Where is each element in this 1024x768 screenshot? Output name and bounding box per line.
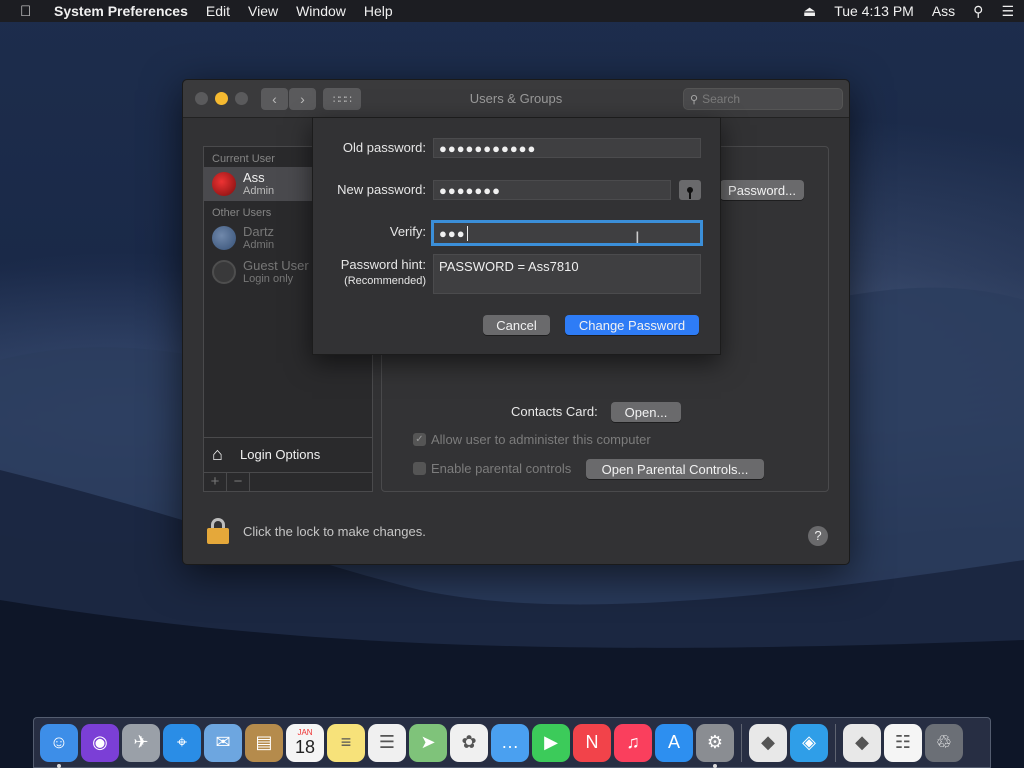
search-icon: ⚲ [690,93,699,106]
verify-field[interactable]: ●●● [431,220,703,246]
search-placeholder: Search [702,92,741,106]
add-remove-bar: + − [203,472,373,492]
change-password-button[interactable]: Password... [720,180,804,200]
add-user-button[interactable]: + [204,473,227,491]
contacts-card-label: Contacts Card: [511,404,598,419]
roblox-player-icon[interactable]: ◆ [843,723,881,762]
verify-label: Verify: [389,224,426,239]
menu-view[interactable]: View [248,3,278,19]
menubar-clock[interactable]: Tue 4:13 PM [834,3,914,19]
user-role: Login only [243,273,294,285]
roblox-icon[interactable]: ◆ [749,723,787,762]
allow-admin-label: Allow user to administer this computer [431,432,651,447]
dock-separator [741,723,742,762]
apple-menu-icon[interactable]:  [20,3,38,20]
verify-value: ●●● [439,225,466,241]
new-password-field[interactable]: ●●●●●●● [433,180,671,200]
title-bar: ‹ › ∷∷∷ Users & Groups ⚲ Search [183,80,849,118]
app-store-icon[interactable]: A [655,723,693,762]
reminders-icon[interactable]: ☰ [368,723,406,762]
password-hint-label: Password hint: [340,257,426,272]
eject-icon[interactable]: ⏏ [803,3,816,20]
siri-icon[interactable]: ◉ [81,723,119,762]
notification-center-icon[interactable]: ☰ [1001,3,1014,20]
lock-text: Click the lock to make changes. [243,523,426,539]
photos-icon[interactable]: ✿ [450,723,488,762]
menu-bar:  System Preferences Edit View Window He… [0,0,1024,22]
text-caret [466,225,468,241]
dock-separator [835,723,836,762]
login-options-item[interactable]: ⌂ Login Options [204,437,372,471]
finder-icon[interactable]: ☺ [40,723,78,768]
system-preferences-icon[interactable]: ⚙ [696,723,734,768]
safari-icon[interactable]: ⌖ [163,723,201,762]
calendar-day: 18 [294,737,316,757]
house-icon: ⌂ [212,444,223,464]
hint-recommended-label: (Recommended) [344,275,426,287]
password-assistant-button[interactable] [679,180,701,200]
old-password-field[interactable]: ●●●●●●●●●●● [433,138,701,158]
open-contacts-button[interactable]: Open... [611,402,681,422]
ibeam-cursor-icon: Ⅰ [635,230,640,247]
key-icon [687,187,693,199]
maps-icon[interactable]: ➤ [409,723,447,762]
parental-controls-checkbox[interactable]: Enable parental controls [413,461,571,476]
search-field[interactable]: ⚲ Search [683,88,843,110]
user-role: Admin [243,185,275,197]
user-name: Guest User [243,258,309,273]
user-name: Dartz [243,224,275,239]
trash-icon[interactable]: ♲ [925,723,963,762]
remove-user-button[interactable]: − [227,473,250,491]
spotlight-icon[interactable]: ⚲ [973,3,983,20]
dock: ☺ ◉ ✈ ⌖ ✉ ▤ JAN 18 ≡ ☰ ➤ ✿… ▶ N ♫ A ⚙ ◆ ◈ ◆ ☷ ♲ [33,717,991,768]
mail-icon[interactable]: ✉ [204,723,242,762]
help-button[interactable]: ? [808,526,828,546]
cancel-button[interactable]: Cancel [483,315,550,335]
checkbox-icon [413,462,426,475]
notes-icon[interactable]: ≡ [327,723,365,762]
new-password-label: New password: [337,182,426,197]
change-password-sheet: Old password: ●●●●●●●●●●● New password: … [312,117,721,355]
calendar-icon[interactable]: JAN 18 [286,723,324,762]
facetime-icon[interactable]: ▶ [532,723,570,762]
document-icon[interactable]: ☷ [884,723,922,762]
lock-row[interactable]: Click the lock to make changes. [207,518,426,544]
allow-admin-checkbox[interactable]: ✓ Allow user to administer this computer [413,432,651,447]
music-icon[interactable]: ♫ [614,723,652,762]
login-options-label: Login Options [240,447,321,462]
avatar [212,226,236,250]
app-menu[interactable]: System Preferences [54,3,188,19]
user-role: Admin [243,239,275,251]
menu-window[interactable]: Window [296,3,346,19]
user-name: Ass [243,170,265,185]
lock-icon[interactable] [207,518,229,544]
old-password-label: Old password: [342,140,426,155]
parental-label: Enable parental controls [431,461,572,476]
change-password-confirm-button[interactable]: Change Password [565,315,699,335]
open-parental-controls-button[interactable]: Open Parental Controls... [586,459,764,479]
avatar [212,172,236,196]
checkmark-icon: ✓ [413,433,426,446]
messages-icon[interactable]: … [491,723,529,762]
menu-help[interactable]: Help [364,3,393,19]
menubar-user[interactable]: Ass [932,3,955,19]
avatar [212,260,236,284]
contacts-icon[interactable]: ▤ [245,723,283,762]
launchpad-icon[interactable]: ✈ [122,723,160,762]
news-icon[interactable]: N [573,723,611,762]
roblox-studio-icon[interactable]: ◈ [790,723,828,762]
password-hint-field[interactable]: PASSWORD = Ass7810 [433,254,701,294]
calendar-month: JAN [297,728,313,737]
menu-edit[interactable]: Edit [206,3,230,19]
